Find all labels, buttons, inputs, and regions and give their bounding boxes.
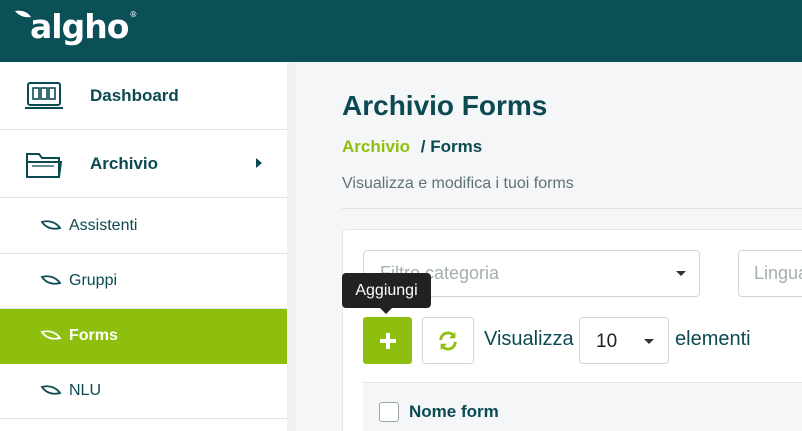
top-bar: algho ® xyxy=(0,0,802,62)
show-label: Visualizza xyxy=(484,328,574,350)
sidebar-item-label: Forms xyxy=(69,327,118,344)
table-header: Nome form xyxy=(363,382,802,431)
sidebar-item-archivio[interactable]: Archivio xyxy=(0,130,287,198)
algho-logo[interactable]: algho ® xyxy=(14,4,137,48)
sidebar-item-label: Archivio xyxy=(90,153,159,173)
page-title: Archivio Forms xyxy=(342,90,548,121)
select-all-checkbox[interactable] xyxy=(379,402,399,422)
breadcrumb-current: Forms xyxy=(430,137,483,156)
dashboard-icon xyxy=(25,81,63,109)
chevron-right-icon xyxy=(256,158,262,168)
breadcrumb-link-archivio[interactable]: Archivio xyxy=(342,137,410,156)
divider xyxy=(342,208,802,209)
sidebar-item-label: Gruppi xyxy=(69,272,118,289)
leaf-icon xyxy=(40,385,62,395)
refresh-button[interactable] xyxy=(422,317,474,364)
sidebar-item-gruppi[interactable]: Gruppi xyxy=(0,254,287,309)
breadcrumb: Archivio / Forms xyxy=(342,137,482,157)
folder-icon xyxy=(26,152,63,178)
add-tooltip: Aggiungi xyxy=(342,273,431,314)
caret-down-icon xyxy=(644,339,654,344)
sidebar-item-dashboard[interactable]: Dashboard xyxy=(0,62,287,130)
breadcrumb-separator: / xyxy=(420,137,426,156)
sidebar-item-label: Assistenti xyxy=(69,217,138,234)
sidebar-item-forms[interactable]: Forms xyxy=(0,309,287,364)
language-filter-select[interactable]: Lingua xyxy=(738,250,802,297)
page-size-value: 10 xyxy=(596,331,618,352)
refresh-icon xyxy=(439,331,457,350)
caret-down-icon xyxy=(676,271,686,276)
column-header-nome-form[interactable]: Nome form xyxy=(409,402,499,422)
leaf-icon xyxy=(40,275,62,285)
sidebar-item-assistenti[interactable]: Assistenti xyxy=(0,199,287,254)
sidebar-item-nlu[interactable]: NLU xyxy=(0,364,287,419)
logo-leaf-icon xyxy=(15,10,31,18)
sidebar-item-label: Dashboard xyxy=(90,85,179,105)
leaf-icon xyxy=(40,330,62,340)
plus-icon xyxy=(379,332,396,349)
logo-text: algho xyxy=(30,6,129,46)
page-subtitle: Visualizza e modifica i tuoi forms xyxy=(342,175,574,192)
logo-registered-mark: ® xyxy=(129,9,137,19)
add-button[interactable] xyxy=(363,317,412,364)
elements-label: elementi xyxy=(675,328,751,350)
language-filter-placeholder: Lingua xyxy=(754,263,802,283)
sidebar: Dashboard Archivio Assistenti Gruppi For… xyxy=(0,62,296,431)
page-size-select[interactable]: 10 xyxy=(579,317,669,364)
sidebar-item-label: NLU xyxy=(69,382,102,399)
leaf-icon xyxy=(40,220,62,230)
